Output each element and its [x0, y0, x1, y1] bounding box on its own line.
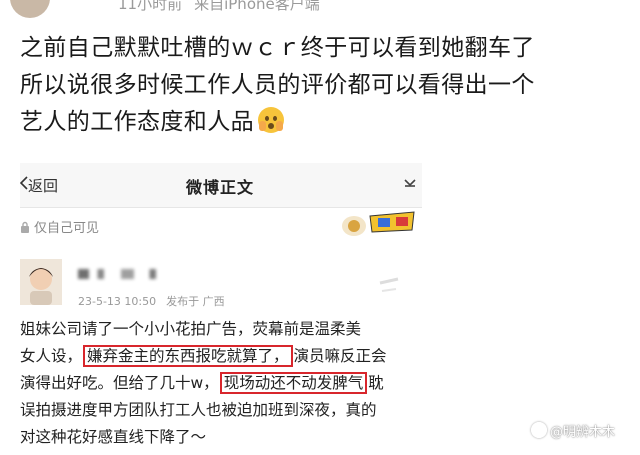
post-date: 23-5-13 10:50 — [78, 295, 157, 308]
blurred-username — [78, 269, 186, 279]
screenshot-post-body: 姐妹公司请了一个小小花拍广告，荧幕前是温柔美 女人设， 嫌弃金主的东西报吃就算了，演… — [20, 316, 422, 455]
highlighted-text: 现场动还不动发脾气 — [219, 372, 368, 394]
privacy-row: 仅自己可见 — [20, 217, 99, 236]
ellipsis-icon[interactable] — [402, 176, 418, 192]
redacted-mark-icon — [379, 277, 399, 292]
3d-glasses-sticker-icon — [342, 211, 415, 236]
post-meta: 11小时前 来自iPhone客户端 — [118, 0, 320, 14]
post-text-line: 之前自己默默吐槽的ｗｃｒ终于可以看到她翻车了 — [20, 35, 535, 61]
post-body-text: 女人设， — [20, 347, 83, 365]
post-body-line: 姐妹公司请了一个小小花拍广告，荧幕前是温柔美 — [20, 316, 422, 343]
embedded-screenshot: 返回 微博正文 仅自己可见 23-5-13 10:50 发布于 广西 姐妹公司请了… — [20, 163, 422, 455]
lock-icon — [21, 221, 29, 233]
post-body-text: 演得出好吃。但给了几十w， — [20, 374, 219, 392]
post-body-line: 对这种花好感直线下降了～ — [20, 424, 422, 451]
screenshot-post-meta: 23-5-13 10:50 发布于 广西 — [78, 293, 225, 309]
post-text-line: 艺人的工作态度和人品 — [20, 104, 632, 141]
highlighted-text: 嫌弃金主的东西报吃就算了， — [83, 345, 293, 367]
post-body-text: 对这种花好感直线下降了～ — [20, 428, 207, 446]
post-body-text: 误拍摄进度甲方团队打工人也被迫加班到深夜，真的 — [20, 401, 377, 419]
post-source: 来自iPhone客户端 — [194, 0, 320, 13]
post-body-text: 演员嘛反正会 — [293, 347, 387, 365]
post-time: 11小时前 — [118, 0, 183, 13]
post-body-text: 耽 — [368, 374, 384, 392]
post-body-line: 误拍摄进度甲方团队打工人也被迫加班到深夜，真的 — [20, 397, 422, 424]
watermark: @明辨木木 — [531, 421, 615, 440]
back-button[interactable]: 返回 — [28, 175, 58, 196]
post-body-line: 女人设， 嫌弃金主的东西报吃就算了， 演员嘛反正会 — [20, 343, 422, 370]
post-text: 之前自己默默吐槽的ｗｃｒ终于可以看到她翻车了 所以说很多时候工作人员的评价都可以… — [20, 30, 632, 141]
post-body-line: 演得出好吃。但给了几十w， 现场动还不动发脾气耽 — [20, 370, 422, 397]
post-location: 发布于 广西 — [166, 295, 225, 308]
post-text-line: 所以说很多时候工作人员的评价都可以看得出一个 — [20, 72, 535, 98]
nav-title: 微博正文 — [186, 178, 255, 197]
back-chevron-icon[interactable] — [20, 176, 28, 190]
user-avatar[interactable] — [20, 259, 62, 305]
post-body-text: 姐妹公司请了一个小小花拍广告，荧幕前是温柔美 — [20, 320, 362, 338]
hand-over-mouth-emoji-icon — [258, 107, 284, 133]
screenshot-nav-bar: 返回 微博正文 — [20, 163, 422, 208]
author-avatar[interactable] — [10, 0, 50, 18]
weibo-logo-icon — [531, 422, 547, 438]
privacy-label: 仅自己可见 — [34, 221, 100, 236]
